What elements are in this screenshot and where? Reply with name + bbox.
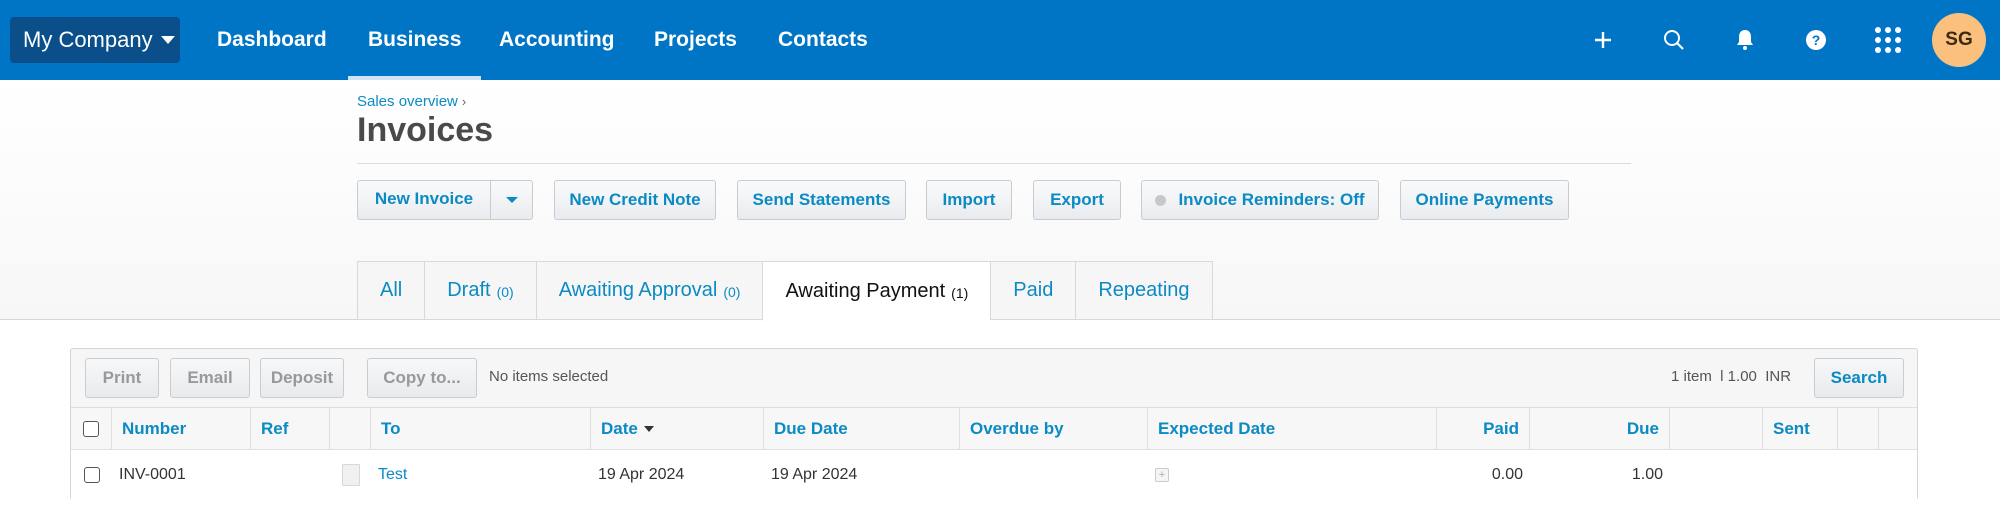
page-title: Invoices (357, 111, 494, 149)
breadcrumb-sales-overview[interactable]: Sales overview (357, 93, 458, 110)
import-button[interactable]: Import (926, 180, 1012, 220)
online-payments-button[interactable]: Online Payments (1400, 180, 1569, 220)
export-button[interactable]: Export (1033, 180, 1121, 220)
invoices-table-panel: Print Email Deposit Copy to... No items … (70, 348, 1918, 500)
table-row[interactable]: INV-0001 Test 19 Apr 2024 19 Apr 2024 + … (71, 450, 1917, 500)
cell-attachment (330, 450, 371, 500)
new-invoice-button[interactable]: New Invoice (358, 181, 491, 219)
tab-label: All (380, 279, 403, 301)
cell-sent (1763, 450, 1838, 500)
tab-all[interactable]: All (357, 261, 425, 320)
select-all-cell (71, 408, 112, 450)
column-to[interactable]: To (371, 408, 591, 450)
column-due[interactable]: Due (1530, 408, 1670, 450)
new-credit-note-button[interactable]: New Credit Note (554, 180, 716, 220)
tab-draft[interactable]: Draft (0) (424, 261, 536, 320)
caret-down-icon (505, 197, 518, 203)
table-header: Number Ref To Date Due Date Overdue by E… (71, 408, 1917, 450)
invoice-status-tabs: All Draft (0) Awaiting Approval (0) Awaiti… (357, 261, 1213, 321)
tab-count: (0) (496, 284, 514, 300)
sort-descending-icon (643, 426, 654, 432)
column-extra-2 (1879, 408, 1919, 450)
nav-dashboard[interactable]: Dashboard (217, 0, 327, 80)
select-all-checkbox[interactable] (83, 421, 99, 437)
search-button[interactable]: Search (1814, 358, 1904, 398)
breadcrumb-separator: › (461, 94, 467, 109)
new-invoice-dropdown-button[interactable] (491, 181, 532, 219)
help-icon[interactable]: ? (1798, 22, 1834, 58)
tab-paid[interactable]: Paid (990, 261, 1076, 320)
column-sent[interactable]: Sent (1763, 408, 1838, 450)
column-date[interactable]: Date (591, 408, 764, 450)
email-button[interactable]: Email (170, 358, 250, 398)
nav-business[interactable]: Business (347, 0, 482, 80)
tab-awaiting-approval[interactable]: Awaiting Approval (0) (535, 261, 763, 320)
column-date-label: Date (601, 419, 638, 438)
user-avatar[interactable]: SG (1932, 13, 1986, 67)
send-statements-button[interactable]: Send Statements (737, 180, 906, 220)
invoice-reminders-label: Invoice Reminders: Off (1178, 190, 1365, 209)
column-overdue-by[interactable]: Overdue by (960, 408, 1148, 450)
column-number[interactable]: Number (112, 408, 251, 450)
cell-date: 19 Apr 2024 (598, 466, 685, 483)
tab-label: Awaiting Payment (785, 279, 946, 302)
tab-label: Draft (447, 279, 491, 301)
tab-label: Repeating (1098, 279, 1190, 301)
copy-to-button[interactable]: Copy to... (367, 358, 477, 398)
tab-count: (0) (723, 284, 741, 300)
cell-expected-date: + (1148, 450, 1437, 500)
items-total-summary: 1 item l 1.00 INR (1671, 368, 1792, 385)
print-button[interactable]: Print (85, 358, 159, 398)
nav-accounting[interactable]: Accounting (499, 0, 615, 80)
column-extra-1 (1838, 408, 1879, 450)
cell-due: 1.00 (1631, 466, 1663, 483)
tab-label: Paid (1013, 279, 1054, 301)
new-invoice-split-button: New Invoice (357, 180, 533, 220)
plus-icon[interactable] (1585, 22, 1621, 58)
divider (357, 163, 1631, 164)
search-icon[interactable] (1656, 22, 1692, 58)
bell-icon[interactable] (1727, 22, 1763, 58)
breadcrumb[interactable]: Sales overview › (357, 93, 466, 110)
row-select-cell (71, 450, 112, 500)
top-navigation-bar: My Company Dashboard Business Accounting… (0, 0, 2000, 80)
column-due-date[interactable]: Due Date (764, 408, 960, 450)
organization-switcher[interactable]: My Company (10, 17, 180, 63)
cell-due-date: 19 Apr 2024 (771, 466, 858, 483)
document-icon[interactable] (341, 464, 360, 486)
invoice-reminders-button[interactable]: Invoice Reminders: Off (1141, 180, 1379, 220)
column-ref[interactable]: Ref (251, 408, 330, 450)
column-expected-date[interactable]: Expected Date (1148, 408, 1437, 450)
tab-repeating[interactable]: Repeating (1075, 261, 1213, 320)
tab-label: Awaiting Approval (558, 279, 718, 301)
table-toolbar: Print Email Deposit Copy to... No items … (71, 349, 1917, 408)
cell-ref (251, 450, 330, 500)
selection-status: No items selected (489, 368, 609, 385)
row-checkbox[interactable] (83, 467, 100, 483)
tab-count: (1) (951, 284, 969, 301)
chevron-down-icon (160, 36, 175, 44)
column-paid[interactable]: Paid (1437, 408, 1530, 450)
cell-paid: 0.00 (1491, 466, 1523, 483)
cell-overdue-by (960, 450, 1148, 500)
column-spacer (1670, 408, 1763, 450)
nav-projects[interactable]: Projects (654, 0, 737, 80)
tab-awaiting-payment[interactable]: Awaiting Payment (1) (762, 261, 991, 321)
organization-name: My Company (23, 27, 153, 52)
svg-text:?: ? (1812, 32, 1821, 48)
deposit-button[interactable]: Deposit (260, 358, 344, 398)
cell-to[interactable]: Test (371, 450, 591, 500)
column-attachment (330, 408, 371, 450)
cell-number[interactable]: INV-0001 (112, 450, 251, 500)
add-expected-date-icon[interactable]: + (1155, 468, 1169, 482)
nav-contacts[interactable]: Contacts (778, 0, 868, 80)
apps-grid-icon[interactable] (1870, 22, 1906, 58)
status-dot-icon (1155, 194, 1167, 206)
